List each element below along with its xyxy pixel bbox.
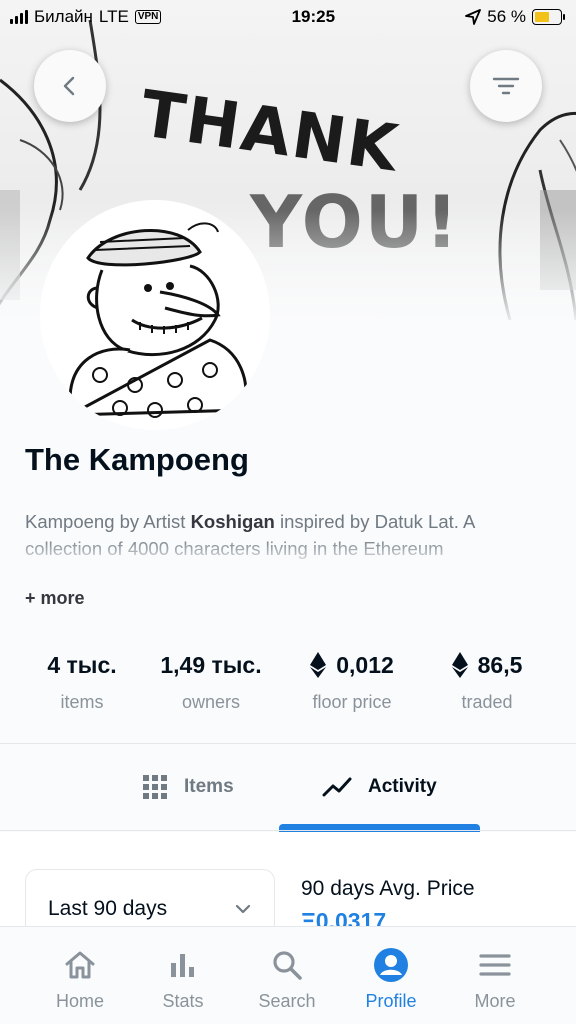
more-button[interactable]: + more — [25, 588, 85, 609]
banner-thank-text: THANK — [136, 77, 404, 187]
grid-icon — [143, 775, 167, 799]
nav-search-label: Search — [258, 991, 316, 1011]
profile-icon — [373, 947, 409, 983]
vpn-badge: VPN — [134, 10, 162, 24]
stat-label: floor price — [312, 692, 392, 712]
collection-title: The Kampoeng — [25, 442, 249, 477]
nav-stats[interactable]: Stats — [128, 927, 238, 1024]
chevron-left-icon — [63, 76, 75, 96]
back-button[interactable] — [34, 50, 106, 122]
trending-icon — [322, 777, 352, 797]
filter-icon — [492, 77, 520, 95]
bottom-nav: Home Stats Search Profile More — [0, 926, 576, 1024]
chevron-down-icon — [235, 904, 251, 914]
collection-avatar — [40, 200, 270, 430]
battery-icon — [531, 9, 565, 25]
home-icon — [62, 947, 98, 983]
tab-items-label: Items — [184, 776, 234, 797]
divider — [0, 830, 576, 831]
tab-activity-label: Activity — [368, 776, 437, 797]
stat-label: items — [60, 692, 104, 712]
ethereum-icon — [310, 652, 327, 678]
nav-profile[interactable]: Profile — [336, 927, 446, 1024]
stat-label: owners — [181, 692, 241, 712]
stat-items: 4 тыс. items — [22, 648, 142, 713]
nav-profile-label: Profile — [365, 991, 417, 1011]
stat-owners: 1,49 тыс. owners — [146, 648, 276, 713]
stat-value: 1,49 тыс. — [160, 651, 262, 678]
tab-activity[interactable]: Activity — [322, 744, 437, 830]
stat-value: 4 тыс. — [47, 651, 117, 678]
artist-name[interactable]: Koshigan — [191, 511, 275, 532]
nav-home[interactable]: Home — [25, 927, 135, 1024]
avg-price-label: 90 days Avg. Price — [301, 877, 475, 900]
period-select-value: Last 90 days — [48, 897, 168, 920]
kampoeng-character-image — [68, 222, 248, 418]
nav-home-label: Home — [55, 991, 104, 1011]
nav-more[interactable]: More — [440, 927, 550, 1024]
stat-floor-price: 0,012 floor price — [292, 648, 412, 713]
ethereum-icon — [451, 652, 468, 678]
search-icon — [269, 947, 305, 983]
description-fade — [25, 538, 545, 568]
clock: 19:25 — [291, 7, 336, 26]
menu-icon — [477, 947, 513, 983]
nav-more-label: More — [474, 991, 516, 1011]
stat-value: 86,5 — [477, 651, 523, 678]
location-arrow-icon — [465, 9, 482, 25]
collection-description: Kampoeng by Artist Koshigan inspired by … — [25, 508, 545, 568]
battery-percent: 56 % — [487, 7, 526, 26]
signal-icon — [10, 10, 28, 24]
nav-search[interactable]: Search — [232, 927, 342, 1024]
stat-traded: 86,5 traded — [432, 648, 542, 713]
stat-label: traded — [461, 692, 513, 712]
stats-icon — [165, 947, 201, 983]
carrier-name: Билайн — [34, 7, 93, 26]
collection-tabs: Items Activity — [0, 744, 576, 830]
filter-button[interactable] — [470, 50, 542, 122]
status-bar: Билайн LTE VPN 19:25 56 % — [0, 0, 576, 34]
collection-content: The Kampoeng Kampoeng by Artist Koshigan… — [0, 330, 576, 1024]
tab-items[interactable]: Items — [142, 744, 234, 830]
nav-stats-label: Stats — [162, 991, 204, 1011]
description-prefix: Kampoeng by Artist — [25, 511, 191, 532]
stat-value: 0,012 — [336, 651, 394, 678]
network-type: LTE — [98, 7, 129, 26]
